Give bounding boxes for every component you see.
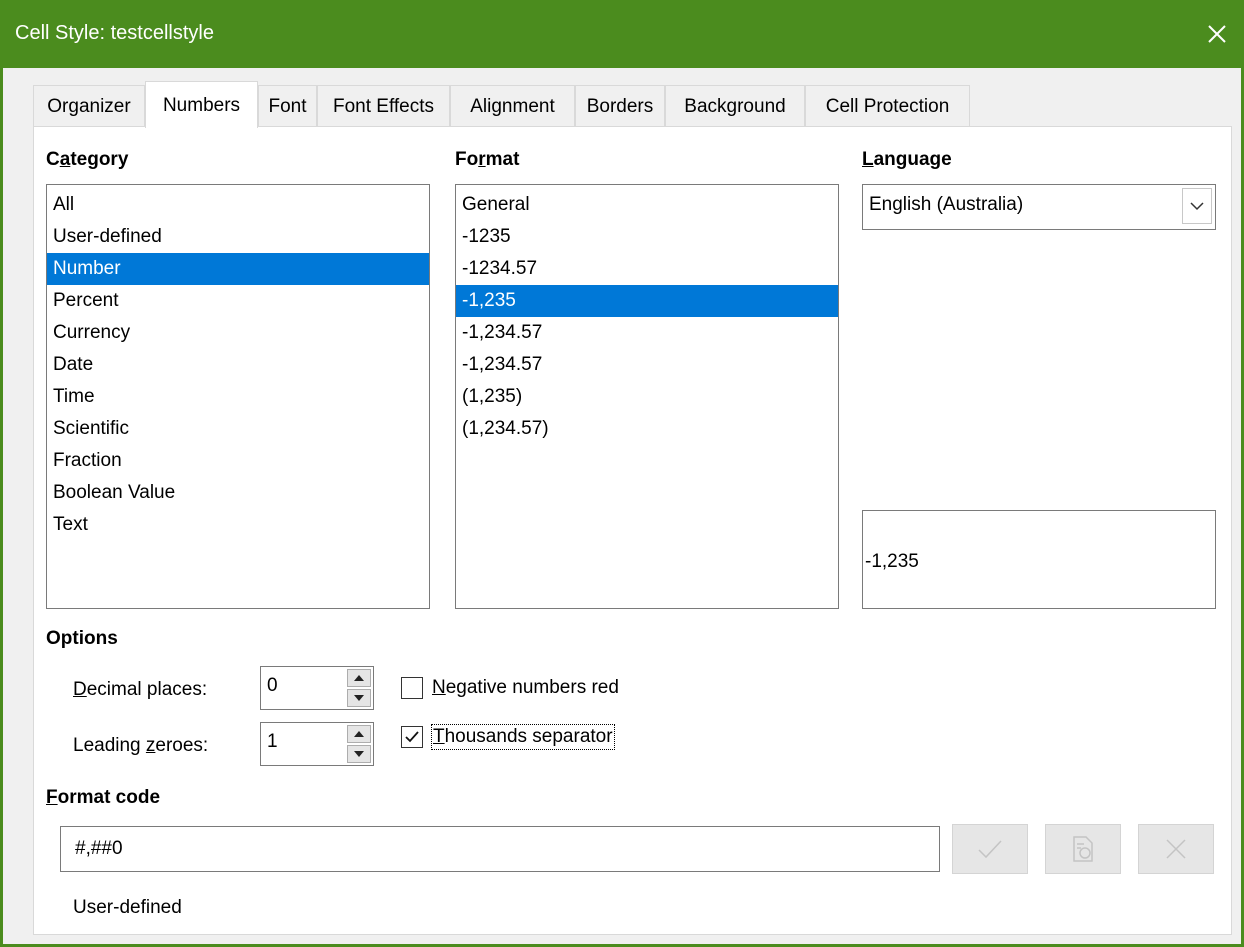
list-item[interactable]: Date [47,349,429,381]
comment-icon [1073,836,1093,862]
list-item[interactable]: Number [47,253,429,285]
tab-background[interactable]: Background [665,85,805,126]
triangle-up-icon [354,675,364,681]
close-icon [1166,839,1186,859]
list-item[interactable]: -1,235 [456,285,838,317]
list-item[interactable]: Scientific [47,413,429,445]
window-title: Cell Style: testcellstyle [15,22,214,44]
leading-zeroes-value: 1 [267,731,278,752]
close-icon [1208,25,1226,43]
tab-label: Font [268,96,307,117]
list-item[interactable]: General [456,189,838,221]
format-preview: -1,235 [862,510,1216,609]
category-list[interactable]: All User-defined Number Percent Currency… [46,184,430,609]
category-label: Category [46,149,129,170]
list-item[interactable]: All [47,189,429,221]
tab-label: Alignment [470,96,555,117]
triangle-down-icon [354,751,364,757]
leading-zeroes-stepper[interactable]: 1 [260,722,374,766]
decimal-places-label: Decimal places: [73,679,208,700]
format-code-description: User-defined [73,897,182,918]
tab-cell-protection[interactable]: Cell Protection [805,85,970,126]
increment-button[interactable] [347,725,371,743]
negative-red-label[interactable]: Negative numbers red [432,677,619,699]
decimal-places-stepper[interactable]: 0 [260,666,374,710]
title-bar: Cell Style: testcellstyle [3,0,1244,68]
spin-buttons [347,725,371,763]
dialog-window: Cell Style: testcellstyle Organizer Numb… [0,0,1244,947]
list-item[interactable]: -1235 [456,221,838,253]
checkmark-icon [405,731,419,743]
tab-label: Numbers [162,95,241,116]
thousands-separator-checkbox[interactable] [401,726,423,748]
tab-label: Font Effects [332,96,435,117]
tab-label: Borders [586,96,654,117]
tab-font-effects[interactable]: Font Effects [317,85,450,126]
format-code-label: Format code [46,787,161,808]
language-select[interactable]: English (Australia) [862,184,1216,230]
list-item[interactable]: -1234.57 [456,253,838,285]
tab-organizer[interactable]: Organizer [33,85,145,126]
decrement-button[interactable] [347,745,371,763]
chevron-down-icon [1190,202,1204,211]
dropdown-button[interactable] [1182,188,1212,224]
tab-numbers[interactable]: Numbers [145,81,258,128]
add-button[interactable] [952,824,1028,874]
language-label: Language [862,149,952,170]
preview-value: -1,235 [865,551,919,572]
tab-label: Cell Protection [825,96,950,117]
leading-zeroes-label: Leading zeroes: [73,735,209,756]
list-item[interactable]: Fraction [47,445,429,477]
list-item[interactable]: -1,234.57 [456,349,838,381]
list-item[interactable]: User-defined [47,221,429,253]
numbers-panel: Category All User-defined Number Percent… [33,126,1232,935]
format-code-value: #,##0 [75,838,123,859]
tab-label: Organizer [47,96,131,117]
increment-button[interactable] [347,669,371,687]
thousands-separator-label[interactable]: Thousands separator [431,724,615,750]
tab-alignment[interactable]: Alignment [450,85,575,126]
checkmark-icon [978,840,1002,859]
list-item[interactable]: (1,235) [456,381,838,413]
list-item[interactable]: Percent [47,285,429,317]
delete-button[interactable] [1138,824,1214,874]
tab-label: Background [684,96,786,117]
format-list[interactable]: General -1235 -1234.57 -1,235 -1,234.57 … [455,184,839,609]
list-item[interactable]: Text [47,509,429,541]
options-label: Options [46,628,118,649]
triangle-down-icon [354,695,364,701]
decrement-button[interactable] [347,689,371,707]
list-item[interactable]: (1,234.57) [456,413,838,445]
list-item[interactable]: Time [47,381,429,413]
format-code-input[interactable]: #,##0 [60,826,940,872]
edit-comment-button[interactable] [1045,824,1121,874]
tab-borders[interactable]: Borders [575,85,665,126]
list-item[interactable]: Currency [47,317,429,349]
list-item[interactable]: -1,234.57 [456,317,838,349]
format-label: Format [455,149,520,170]
decimal-places-value: 0 [267,675,278,696]
tab-font[interactable]: Font [258,85,317,126]
triangle-up-icon [354,731,364,737]
language-value: English (Australia) [869,194,1024,215]
negative-red-checkbox[interactable] [401,677,423,699]
close-button[interactable] [1187,0,1244,68]
list-item[interactable]: Boolean Value [47,477,429,509]
spin-buttons [347,669,371,707]
